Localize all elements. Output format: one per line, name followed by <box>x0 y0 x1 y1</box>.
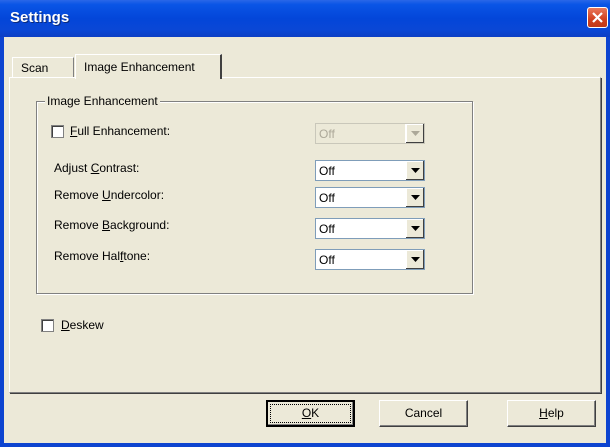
remove-halftone-value: Off <box>319 253 335 267</box>
remove-undercolor-select[interactable]: Off <box>315 187 425 208</box>
full-enhancement-checkbox[interactable] <box>51 125 64 138</box>
full-enhancement-value: Off <box>319 127 335 141</box>
remove-halftone-label: Remove Halftone: <box>54 249 151 263</box>
remove-background-select[interactable]: Off <box>315 218 425 239</box>
tab-scan-label: Scan <box>21 61 49 75</box>
adjust-contrast-select[interactable]: Off <box>315 160 425 181</box>
close-button[interactable] <box>587 7 608 28</box>
cancel-button-label: Cancel <box>404 406 443 420</box>
chevron-down-icon <box>411 226 420 231</box>
full-enhancement-label: Full Enhancement: <box>70 124 171 138</box>
remove-background-value: Off <box>319 222 335 236</box>
chevron-down-icon <box>411 195 420 200</box>
chevron-down-icon <box>411 131 420 136</box>
window-frame-right <box>606 37 610 447</box>
adjust-contrast-label: Adjust Contrast: <box>54 161 140 175</box>
remove-halftone-dropdown-button[interactable] <box>405 250 424 269</box>
tab-scan[interactable]: Scan <box>12 57 74 78</box>
chevron-down-icon <box>411 257 420 262</box>
remove-undercolor-value: Off <box>319 191 335 205</box>
chevron-down-icon <box>411 168 420 173</box>
deskew-checkbox[interactable] <box>41 319 54 332</box>
adjust-contrast-value: Off <box>319 164 335 178</box>
full-enhancement-dropdown-button[interactable] <box>405 124 424 143</box>
settings-dialog: Settings Scan Image Enhancement Image En… <box>0 0 610 447</box>
window-frame-left <box>0 37 4 447</box>
window-title: Settings <box>10 9 70 26</box>
ok-button-label: OK <box>301 406 320 420</box>
tab-image-enhancement-label: Image Enhancement <box>84 60 195 74</box>
full-enhancement-select[interactable]: Off <box>315 123 425 144</box>
remove-background-label: Remove Background: <box>54 218 170 232</box>
remove-undercolor-label: Remove Undercolor: <box>54 188 165 202</box>
group-label: Image Enhancement <box>45 94 160 108</box>
remove-background-dropdown-button[interactable] <box>405 219 424 238</box>
title-bar[interactable]: Settings <box>0 0 610 37</box>
close-icon <box>592 12 603 23</box>
tab-image-enhancement[interactable]: Image Enhancement <box>75 54 222 79</box>
help-button[interactable]: Help <box>507 400 596 427</box>
help-button-label: Help <box>539 406 564 420</box>
remove-halftone-select[interactable]: Off <box>315 249 425 270</box>
window-frame-bottom <box>0 443 610 447</box>
cancel-button[interactable]: Cancel <box>379 400 468 427</box>
ok-button[interactable]: OK <box>266 400 355 427</box>
remove-undercolor-dropdown-button[interactable] <box>405 188 424 207</box>
adjust-contrast-dropdown-button[interactable] <box>405 161 424 180</box>
deskew-label: Deskew <box>61 318 104 332</box>
